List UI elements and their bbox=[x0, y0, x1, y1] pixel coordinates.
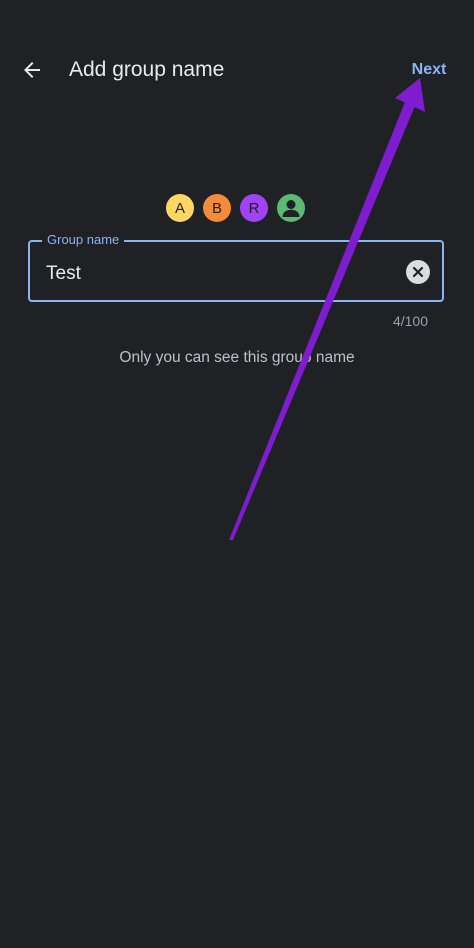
clear-button[interactable] bbox=[406, 260, 430, 284]
app-bar: Add group name Next bbox=[0, 0, 474, 140]
group-name-label: Group name bbox=[42, 232, 125, 248]
group-name-field[interactable]: Group name Test bbox=[28, 232, 444, 302]
arrow-left-icon bbox=[24, 62, 40, 78]
group-name-input[interactable]: Test bbox=[46, 262, 81, 286]
avatar: B bbox=[203, 194, 231, 222]
avatar bbox=[277, 194, 305, 222]
clear-icon bbox=[412, 266, 424, 278]
person-icon bbox=[282, 200, 300, 217]
helper-text: Only you can see this group name bbox=[119, 349, 355, 366]
next-button[interactable]: Next bbox=[400, 56, 458, 84]
avatar: R bbox=[240, 194, 268, 222]
annotation-arrow-shaft bbox=[229, 102, 415, 540]
avatar-letter: B bbox=[211, 199, 222, 217]
member-avatars: A B R bbox=[166, 194, 308, 222]
annotation-arrow bbox=[229, 78, 425, 540]
page-title: Add group name bbox=[69, 58, 225, 81]
character-counter: 4/100 bbox=[392, 313, 428, 329]
avatar-letter: R bbox=[248, 199, 260, 217]
avatar-letter: A bbox=[174, 199, 185, 217]
avatar: A bbox=[166, 194, 194, 222]
back-button[interactable] bbox=[14, 52, 50, 88]
